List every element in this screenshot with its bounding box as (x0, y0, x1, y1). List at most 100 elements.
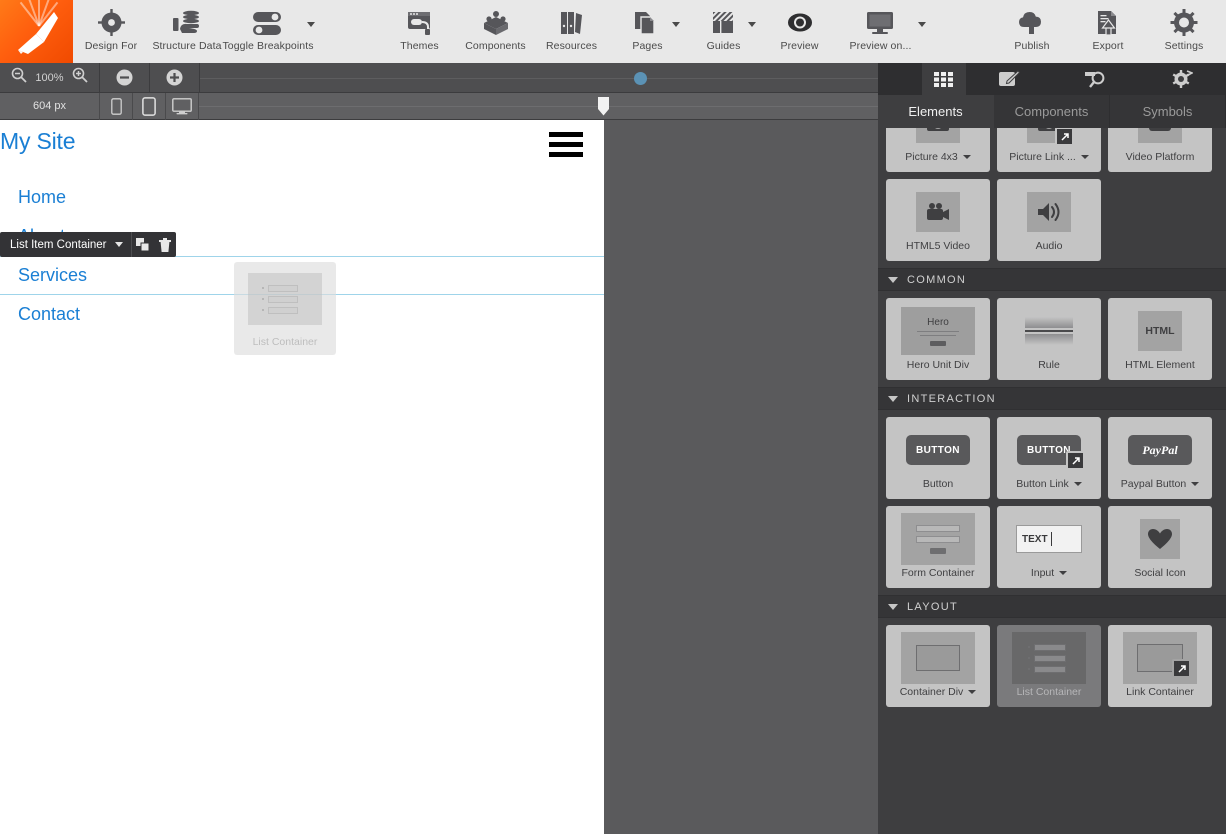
toolbar-toggle-breakpoints[interactable]: Toggle Breakpoints (222, 0, 315, 63)
toolbar-export[interactable]: Export (1070, 0, 1146, 63)
design-canvas[interactable]: My Site Home About Services Contact (0, 120, 878, 834)
hamburger-menu-icon[interactable] (549, 132, 583, 162)
tile-audio[interactable]: Audio (997, 179, 1101, 261)
tab-icon-inspect[interactable] (1053, 63, 1140, 95)
duplicate-button[interactable] (132, 238, 154, 251)
toolbar-resources[interactable]: Resources (534, 0, 610, 63)
zoom-in-icon[interactable] (72, 67, 88, 88)
tile-paypal-button[interactable]: PayPal Paypal Button (1108, 417, 1212, 499)
chevron-down-icon[interactable] (114, 242, 123, 247)
nav-item-home[interactable]: Home (0, 178, 604, 217)
tile-picture-4x3[interactable]: Picture 4x3 (886, 128, 990, 172)
tile-label: Rule (1038, 359, 1060, 371)
tile-container-div[interactable]: Container Div (886, 625, 990, 707)
zoom-out-icon[interactable] (11, 67, 28, 88)
device-desktop-button[interactable] (166, 92, 199, 120)
app-logo[interactable] (0, 0, 73, 63)
selection-badge[interactable]: List Item Container (0, 232, 176, 257)
nav-label: Services (18, 265, 88, 285)
nav-item-services[interactable]: Services (0, 256, 604, 295)
chevron-down-icon[interactable] (1073, 482, 1082, 486)
site-title[interactable]: My Site (0, 128, 75, 155)
tile-video-platform[interactable]: Video Platform (1108, 128, 1212, 172)
tab-icon-elements[interactable] (922, 63, 966, 95)
chevron-down-icon[interactable] (1080, 155, 1089, 159)
width-slider-handle[interactable] (598, 96, 609, 116)
chevron-down-icon[interactable] (307, 22, 315, 27)
toolbar-design-for[interactable]: Design For (73, 0, 149, 63)
components-cube-icon (482, 7, 510, 37)
tile-button[interactable]: BUTTON Button (886, 417, 990, 499)
tab-elements[interactable]: Elements (878, 95, 994, 128)
chevron-down-icon[interactable] (917, 22, 926, 27)
chevron-down-icon[interactable] (888, 276, 898, 283)
chevron-down-icon[interactable] (888, 603, 898, 610)
selection-badge-dropdown[interactable]: List Item Container (0, 239, 131, 251)
pen-nib-logo-icon (18, 12, 58, 54)
zoom-ruler-bar: 100% (0, 62, 878, 93)
toolbar-label: Preview on... (849, 40, 912, 52)
tile-link-container[interactable]: Link Container (1108, 625, 1212, 707)
toolbar-themes[interactable]: Themes (382, 0, 458, 63)
chevron-down-icon[interactable] (968, 690, 977, 694)
section-header-interaction[interactable]: INTERACTION (878, 387, 1226, 410)
tab-icon-edit[interactable] (966, 63, 1053, 95)
panel-content[interactable]: Picture 4x3 Picture Link ... Video Platf… (878, 128, 1226, 834)
toolbar-publish[interactable]: Publish (994, 0, 1070, 63)
rule-thumb (1025, 317, 1073, 345)
delete-button[interactable] (154, 237, 176, 252)
publish-cloud-upload-icon (1017, 7, 1047, 37)
nav-item-contact[interactable]: Contact (0, 295, 604, 334)
toolbar-label: Components (465, 40, 526, 52)
tile-list-container[interactable]: List Container (997, 625, 1101, 707)
tile-form-container[interactable]: Form Container (886, 506, 990, 588)
breakpoint-track[interactable] (200, 63, 878, 93)
tile-label-wrap: Button Link (1016, 478, 1082, 490)
edit-pencil-icon (999, 70, 1021, 86)
tile-html5-video[interactable]: HTML5 Video (886, 179, 990, 261)
tile-label: Form Container (901, 567, 975, 579)
tile-label-wrap: Form Container (902, 567, 975, 579)
tile-html-element[interactable]: HTML HTML Element (1108, 298, 1212, 380)
tile-picture-link[interactable]: Picture Link ... (997, 128, 1101, 172)
add-breakpoint-button[interactable] (150, 62, 200, 93)
page-preview[interactable]: My Site Home About Services Contact (0, 120, 604, 834)
section-header-layout[interactable]: LAYOUT (878, 595, 1226, 618)
tab-symbols[interactable]: Symbols (1110, 95, 1226, 128)
device-tablet-button[interactable] (133, 92, 166, 120)
toolbar-guides[interactable]: Guides (686, 0, 762, 63)
toolbar-settings[interactable]: Settings (1146, 0, 1222, 63)
tile-input[interactable]: TEXT Input (997, 506, 1101, 588)
link-badge-icon (1066, 451, 1085, 470)
toolbar-preview-on[interactable]: Preview on... (838, 0, 926, 63)
tile-button-link[interactable]: BUTTON Button Link (997, 417, 1101, 499)
toolbar-label: Pages (632, 40, 663, 52)
resources-books-icon (558, 7, 586, 37)
tab-components[interactable]: Components (994, 95, 1110, 128)
elements-grid-icon (934, 71, 953, 87)
link-container-thumb (1123, 632, 1197, 684)
tile-label: Audio (1035, 240, 1063, 252)
tab-icon-settings[interactable] (1139, 63, 1226, 95)
chevron-down-icon[interactable] (888, 395, 898, 402)
chevron-down-icon[interactable] (962, 155, 971, 159)
toolbar-structure-data[interactable]: Structure Data (149, 0, 225, 63)
section-title: INTERACTION (907, 392, 996, 405)
toolbar-components[interactable]: Components (458, 0, 534, 63)
remove-breakpoint-button[interactable] (100, 62, 150, 93)
toolbar-pages[interactable]: Pages (610, 0, 686, 63)
chevron-down-icon[interactable] (747, 22, 756, 27)
width-slider-track[interactable] (199, 93, 878, 120)
tile-hero-unit-div[interactable]: Hero Hero Unit Div (886, 298, 990, 380)
device-phone-button[interactable] (100, 92, 133, 120)
tile-rule[interactable]: Rule (997, 298, 1101, 380)
toolbar-preview[interactable]: Preview (762, 0, 838, 63)
tile-social-icon[interactable]: Social Icon (1108, 506, 1212, 588)
chevron-down-icon[interactable] (1191, 482, 1200, 486)
tile-label: HTML Element (1125, 359, 1195, 371)
section-header-common[interactable]: COMMON (878, 268, 1226, 291)
tile-label-wrap: Picture Link ... (1009, 151, 1089, 163)
breakpoint-marker[interactable] (634, 71, 647, 85)
chevron-down-icon[interactable] (671, 22, 680, 27)
chevron-down-icon[interactable] (1059, 571, 1068, 575)
